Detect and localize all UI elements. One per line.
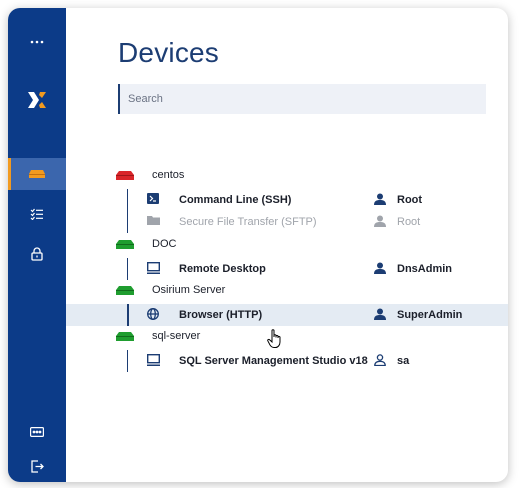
lock-icon xyxy=(31,247,43,261)
user-name: DnsAdmin xyxy=(397,263,452,275)
sidebar-item-devices[interactable] xyxy=(8,158,66,190)
service-name: Remote Desktop xyxy=(179,263,266,275)
user-icon xyxy=(374,193,386,205)
terminal-icon xyxy=(147,193,159,204)
monitor-icon xyxy=(147,354,160,366)
server-name: Osirium Server xyxy=(152,284,226,296)
service-row-sftp[interactable]: Secure File Transfer (SFTP) Root xyxy=(66,211,508,233)
server-icon xyxy=(29,170,45,178)
sidebar xyxy=(8,8,66,482)
service-name: SQL Server Management Studio v18 xyxy=(179,355,368,367)
sidebar-item-password[interactable] xyxy=(8,416,66,448)
tree-line xyxy=(127,258,128,280)
tree-line xyxy=(127,189,128,211)
user-icon xyxy=(374,215,386,227)
tree-line xyxy=(127,304,129,326)
password-field-icon xyxy=(30,427,44,437)
sidebar-item-lock[interactable] xyxy=(8,238,66,270)
service-name: Secure File Transfer (SFTP) xyxy=(179,216,317,228)
logout-icon xyxy=(30,459,44,473)
checklist-icon xyxy=(30,208,43,220)
server-name: centos xyxy=(152,169,185,181)
service-row-ssh[interactable]: Command Line (SSH) Root xyxy=(66,189,508,211)
server-name: sql-server xyxy=(152,330,201,342)
globe-icon xyxy=(147,308,159,320)
more-horizontal-icon xyxy=(30,40,44,44)
user-name: Root xyxy=(397,194,423,206)
server-status-up-icon xyxy=(116,332,134,341)
user-outline-icon xyxy=(374,354,386,366)
user-name: SuperAdmin xyxy=(397,309,463,321)
folder-icon xyxy=(147,216,160,225)
server-status-down-icon xyxy=(116,171,134,180)
search-input[interactable] xyxy=(118,84,486,114)
service-row-ssms[interactable]: SQL Server Management Studio v18 sa xyxy=(66,350,508,372)
user-name: sa xyxy=(397,355,410,367)
sidebar-item-logout[interactable] xyxy=(8,450,66,482)
server-status-up-icon xyxy=(116,240,134,249)
user-icon xyxy=(374,262,386,274)
hand-pointer-cursor-icon xyxy=(267,329,281,348)
app-window: Devices centos Command Line (SSH) Root S… xyxy=(8,8,508,482)
sidebar-item-checklist[interactable] xyxy=(8,198,66,230)
service-row-http[interactable]: Browser (HTTP) SuperAdmin xyxy=(66,304,508,326)
app-logo[interactable] xyxy=(8,84,66,116)
page-title: Devices xyxy=(118,37,219,68)
tree-line xyxy=(127,211,128,233)
x-logo-icon xyxy=(28,92,46,108)
more-button[interactable] xyxy=(8,26,66,58)
service-name: Browser (HTTP) xyxy=(179,309,263,321)
service-name: Command Line (SSH) xyxy=(179,194,292,206)
user-icon xyxy=(374,308,386,320)
monitor-icon xyxy=(147,262,160,274)
server-name: DOC xyxy=(152,238,177,250)
server-status-up-icon xyxy=(116,286,134,295)
tree-line xyxy=(127,350,128,372)
service-row-rdp[interactable]: Remote Desktop DnsAdmin xyxy=(66,258,508,280)
main-content: Devices centos Command Line (SSH) Root S… xyxy=(66,8,508,482)
user-name: Root xyxy=(397,216,421,228)
